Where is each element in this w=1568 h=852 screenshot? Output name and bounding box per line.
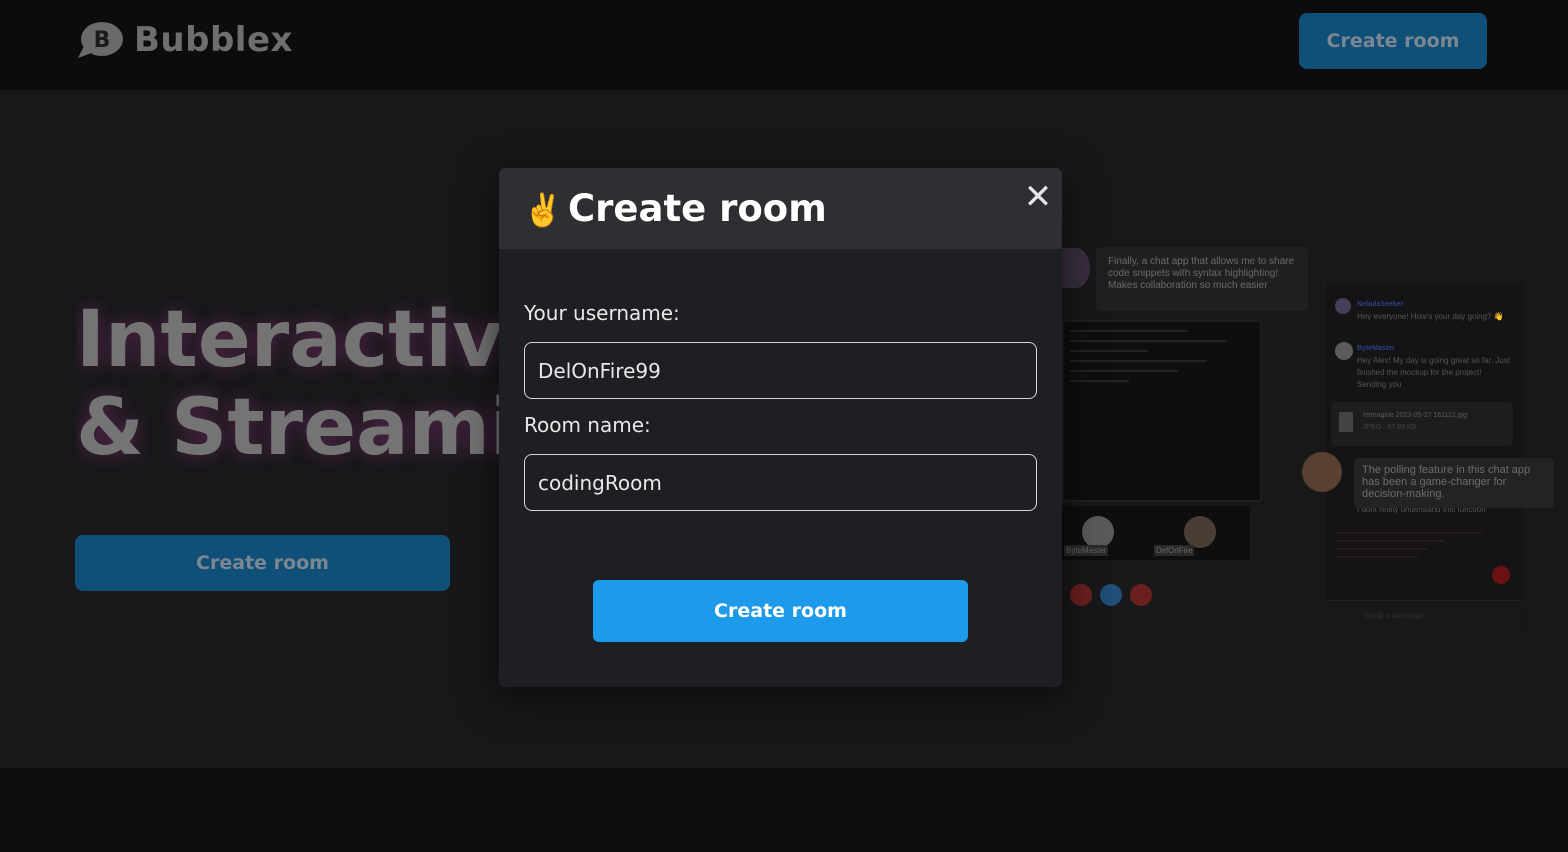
brand-name: Bubblex — [134, 20, 293, 60]
hero-headline-line1: Interactiv — [76, 296, 503, 385]
preview-tile-label-right: DelOnFire — [1154, 545, 1195, 556]
preview-chat-text: Hey Alex! My day is going great so far. … — [1357, 356, 1510, 389]
hero-headline-line2: & Streami — [76, 383, 506, 472]
preview-poll-comment: The polling feature in this chat app has… — [1354, 458, 1554, 508]
modal-header: ✌ Create room ✕ — [499, 168, 1062, 249]
preview-chat-avatar — [1335, 298, 1351, 314]
preview-chat-avatar — [1335, 342, 1353, 360]
footer-band — [0, 768, 1568, 852]
modal-title: Create room — [568, 187, 827, 230]
preview-video-tile-right: DelOnFire — [1152, 506, 1250, 560]
preview-chat-message: NebulaSeeker Hey everyone! How's your da… — [1357, 298, 1513, 323]
speech-bubble-logo-icon: B — [76, 20, 124, 60]
hero-create-room-button[interactable]: Create room — [75, 535, 450, 591]
header-create-room-button[interactable]: Create room — [1299, 13, 1487, 69]
preview-file-name: Immagine 2023-05-27 161112.jpg — [1363, 412, 1468, 419]
preview-mute-icon — [1070, 584, 1092, 606]
preview-participant-avatar — [1184, 516, 1216, 548]
username-label: Your username: — [524, 301, 680, 325]
close-icon[interactable]: ✕ — [1023, 180, 1053, 214]
preview-avatar-top — [1062, 248, 1090, 288]
file-icon — [1339, 412, 1353, 432]
preview-chat-user: NebulaSeeker — [1357, 301, 1404, 308]
brand-logo[interactable]: B Bubblex — [76, 20, 293, 60]
preview-message-input: Send a message — [1324, 600, 1522, 633]
preview-share-icon — [1100, 584, 1122, 606]
preview-video-tile-left: ByteMaster — [1062, 506, 1158, 560]
preview-location-pin-icon — [1492, 566, 1510, 584]
preview-file-meta: JPEG - 67.89 KB — [1363, 424, 1417, 431]
preview-poll-avatar — [1302, 452, 1342, 492]
create-room-submit-button[interactable]: Create room — [593, 580, 968, 642]
app-preview-mockup: Finally, a chat app that allows me to sh… — [1062, 240, 1554, 633]
preview-code-editor — [1062, 320, 1262, 502]
preview-comment-top: Finally, a chat app that allows me to sh… — [1096, 247, 1308, 311]
preview-tile-label-left: ByteMaster — [1064, 545, 1109, 556]
hero-headline: Interactiv & Streami — [76, 296, 506, 472]
logo-letter: B — [94, 28, 111, 53]
room-name-label: Room name: — [524, 413, 651, 437]
preview-chat-message: ByteMaster Hey Alex! My day is going gre… — [1357, 342, 1513, 391]
room-name-input[interactable] — [524, 454, 1037, 511]
preview-participant-avatar — [1082, 516, 1114, 548]
create-room-modal: ✌ Create room ✕ Your username: Room name… — [499, 168, 1062, 687]
preview-hangup-icon — [1130, 584, 1152, 606]
preview-chat-text: Hey everyone! How's your day going? 👋 — [1357, 312, 1504, 321]
top-nav-bar: B Bubblex Create room — [0, 0, 1568, 90]
preview-input-placeholder: Send a message — [1364, 611, 1425, 620]
preview-chat-user: ByteMaster — [1357, 345, 1395, 352]
victory-hand-icon: ✌ — [523, 192, 563, 228]
preview-file-attachment: Immagine 2023-05-27 161112.jpg JPEG - 67… — [1331, 402, 1513, 446]
preview-code-snippet — [1335, 526, 1519, 588]
username-input[interactable] — [524, 342, 1037, 399]
